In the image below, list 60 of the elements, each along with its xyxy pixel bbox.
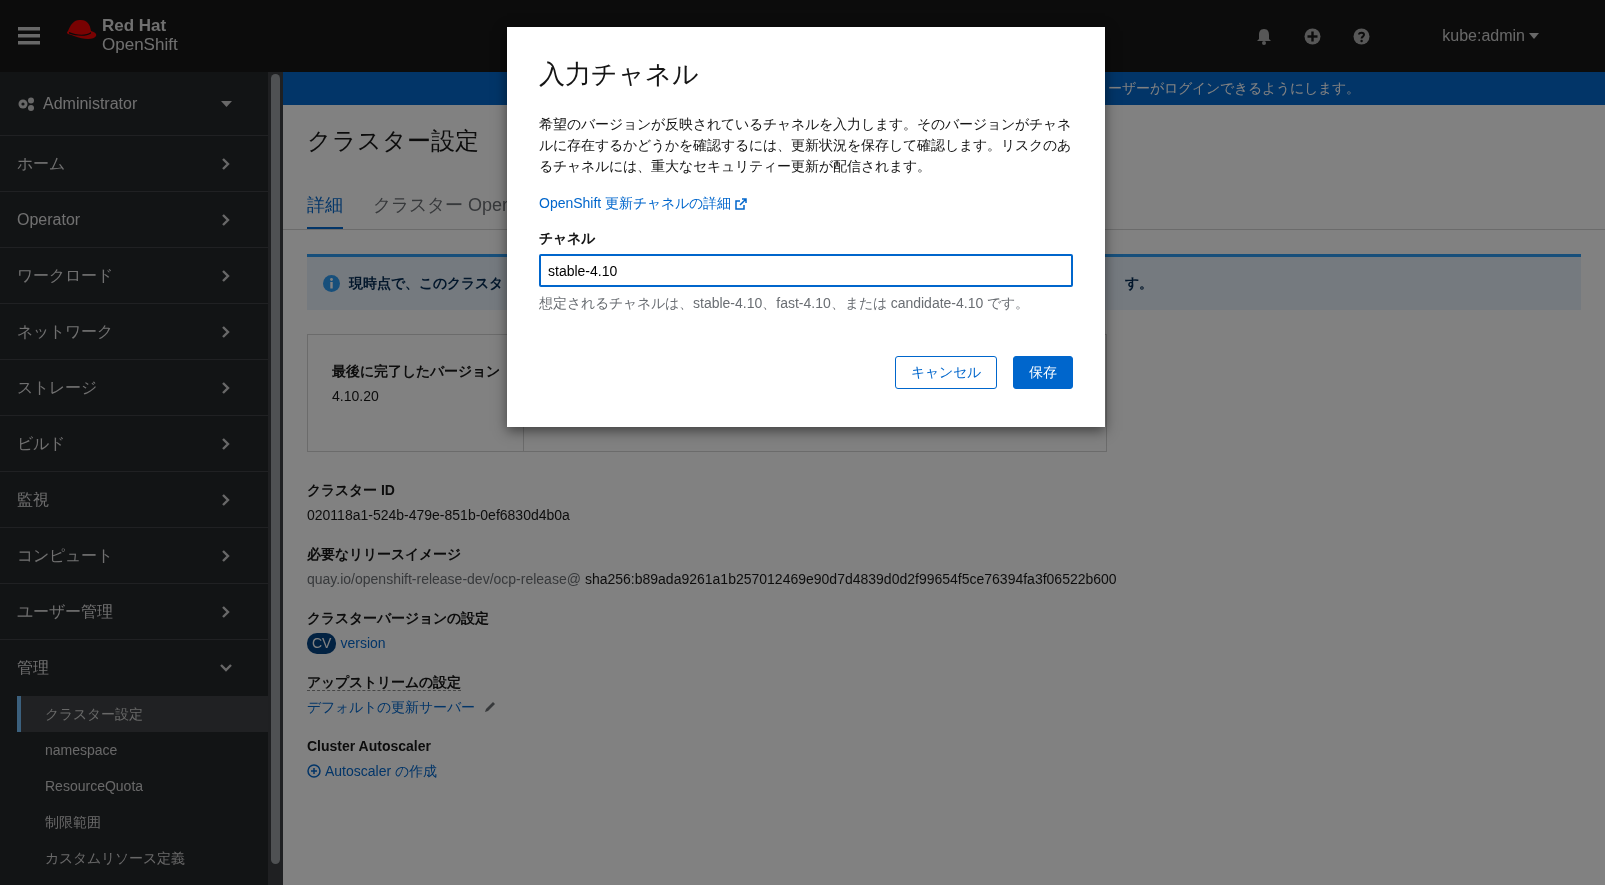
menu-icon[interactable] bbox=[18, 27, 40, 45]
detail-label: クラスター ID bbox=[307, 480, 396, 500]
channel-input[interactable]: stable-4.10 bbox=[539, 254, 1073, 288]
nav-subitem[interactable]: ResourceQuota bbox=[17, 768, 268, 804]
cancel-button[interactable]: キャンセル bbox=[895, 356, 997, 390]
bell-icon[interactable] bbox=[1256, 27, 1273, 45]
tab[interactable]: クラスター Oper bbox=[373, 185, 509, 230]
alert-text: 現時点で、このクラスタ bbox=[349, 273, 503, 293]
chevron-right-icon[interactable] bbox=[220, 605, 232, 618]
channel-docs-link[interactable]: OpenShift 更新チャネルの詳細 bbox=[539, 193, 748, 215]
detail-label: クラスターバージョンの設定 bbox=[307, 608, 490, 628]
user-menu[interactable]: kube:admin bbox=[1442, 24, 1539, 48]
chevron-right-icon[interactable] bbox=[220, 269, 232, 282]
help-icon[interactable] bbox=[1353, 27, 1371, 45]
caret-down-icon[interactable] bbox=[1529, 33, 1539, 39]
chevron-right-icon[interactable] bbox=[220, 325, 232, 338]
nav-subitem[interactable]: クラスター設定 bbox=[17, 696, 268, 732]
chevron-right-icon[interactable] bbox=[220, 157, 232, 170]
info-icon bbox=[323, 274, 340, 292]
image-digest: sha256:b89ada9261a1b257012469e90d7d4839d0d2f99654f5ce76394fa3f06522b600 bbox=[584, 569, 1117, 589]
tab[interactable]: 詳細 bbox=[307, 185, 343, 230]
nav-subitem[interactable]: namespace bbox=[17, 732, 268, 768]
caret-down-icon[interactable] bbox=[221, 100, 232, 107]
scrollbar[interactable] bbox=[268, 72, 283, 885]
chevron-right-icon[interactable] bbox=[220, 493, 232, 506]
dialog-title: 入力チャネル bbox=[539, 59, 700, 91]
detail-label: アップストリームの設定 bbox=[307, 673, 461, 691]
save-button[interactable]: 保存 bbox=[1013, 356, 1073, 390]
banner-text: ーザーがログインできるようにします。 bbox=[1108, 79, 1360, 98]
alert-text: す。 bbox=[1125, 273, 1153, 293]
detail-value: 020118a1-524b-479e-851b-0ef6830d4b0a bbox=[307, 505, 570, 525]
version-label: 最後に完了したバージョン bbox=[332, 361, 499, 381]
chevron-down-icon[interactable] bbox=[220, 662, 232, 674]
external-link-icon[interactable] bbox=[735, 197, 748, 210]
page-title: クラスター設定 bbox=[307, 127, 479, 156]
chevron-right-icon[interactable] bbox=[220, 437, 232, 450]
create-autoscaler-link[interactable]: Autoscaler の作成 bbox=[307, 760, 438, 782]
upstream-link[interactable]: デフォルトの更新サーバー bbox=[307, 696, 475, 718]
brand-product: OpenShift bbox=[102, 35, 178, 54]
helper-text: 想定されるチャネルは、stable-4.10、fast-4.10、または candidate-4.10 です。 bbox=[539, 294, 1031, 314]
plus-circle-icon[interactable] bbox=[307, 764, 321, 779]
resource-link[interactable]: version bbox=[340, 632, 386, 654]
detail-label: Cluster Autoscaler bbox=[307, 736, 432, 756]
dialog-description: 希望のバージョンが反映されているチャネルを入力します。そのバージョンがチャネルに存在するかどうかを確認するには、更新状況を保存して確認します。リスクのあるチャネルには、重大なセキュリティー更新が配信されます。 bbox=[539, 115, 1072, 177]
image-repository: quay.io/openshift-release-dev/ocp-release@ bbox=[307, 569, 581, 589]
hat-icon bbox=[64, 18, 98, 42]
brand-name: Red Hat bbox=[102, 16, 168, 35]
nav-subitem[interactable]: カスタムリソース定義 bbox=[17, 840, 268, 876]
chevron-right-icon[interactable] bbox=[220, 549, 232, 562]
field-label: チャネル bbox=[539, 229, 596, 249]
nav-item[interactable]: 管理 bbox=[0, 640, 268, 696]
resource-badge: CV bbox=[307, 632, 337, 654]
chevron-right-icon[interactable] bbox=[220, 213, 232, 226]
chevron-right-icon[interactable] bbox=[220, 381, 232, 394]
pencil-icon[interactable] bbox=[483, 700, 497, 715]
version-value: 4.10.20 bbox=[332, 386, 380, 406]
gears-icon bbox=[17, 96, 35, 111]
nav-subitem[interactable]: 制限範囲 bbox=[17, 804, 268, 840]
detail-label: 必要なリリースイメージ bbox=[307, 544, 462, 564]
add-icon[interactable] bbox=[1304, 27, 1322, 45]
